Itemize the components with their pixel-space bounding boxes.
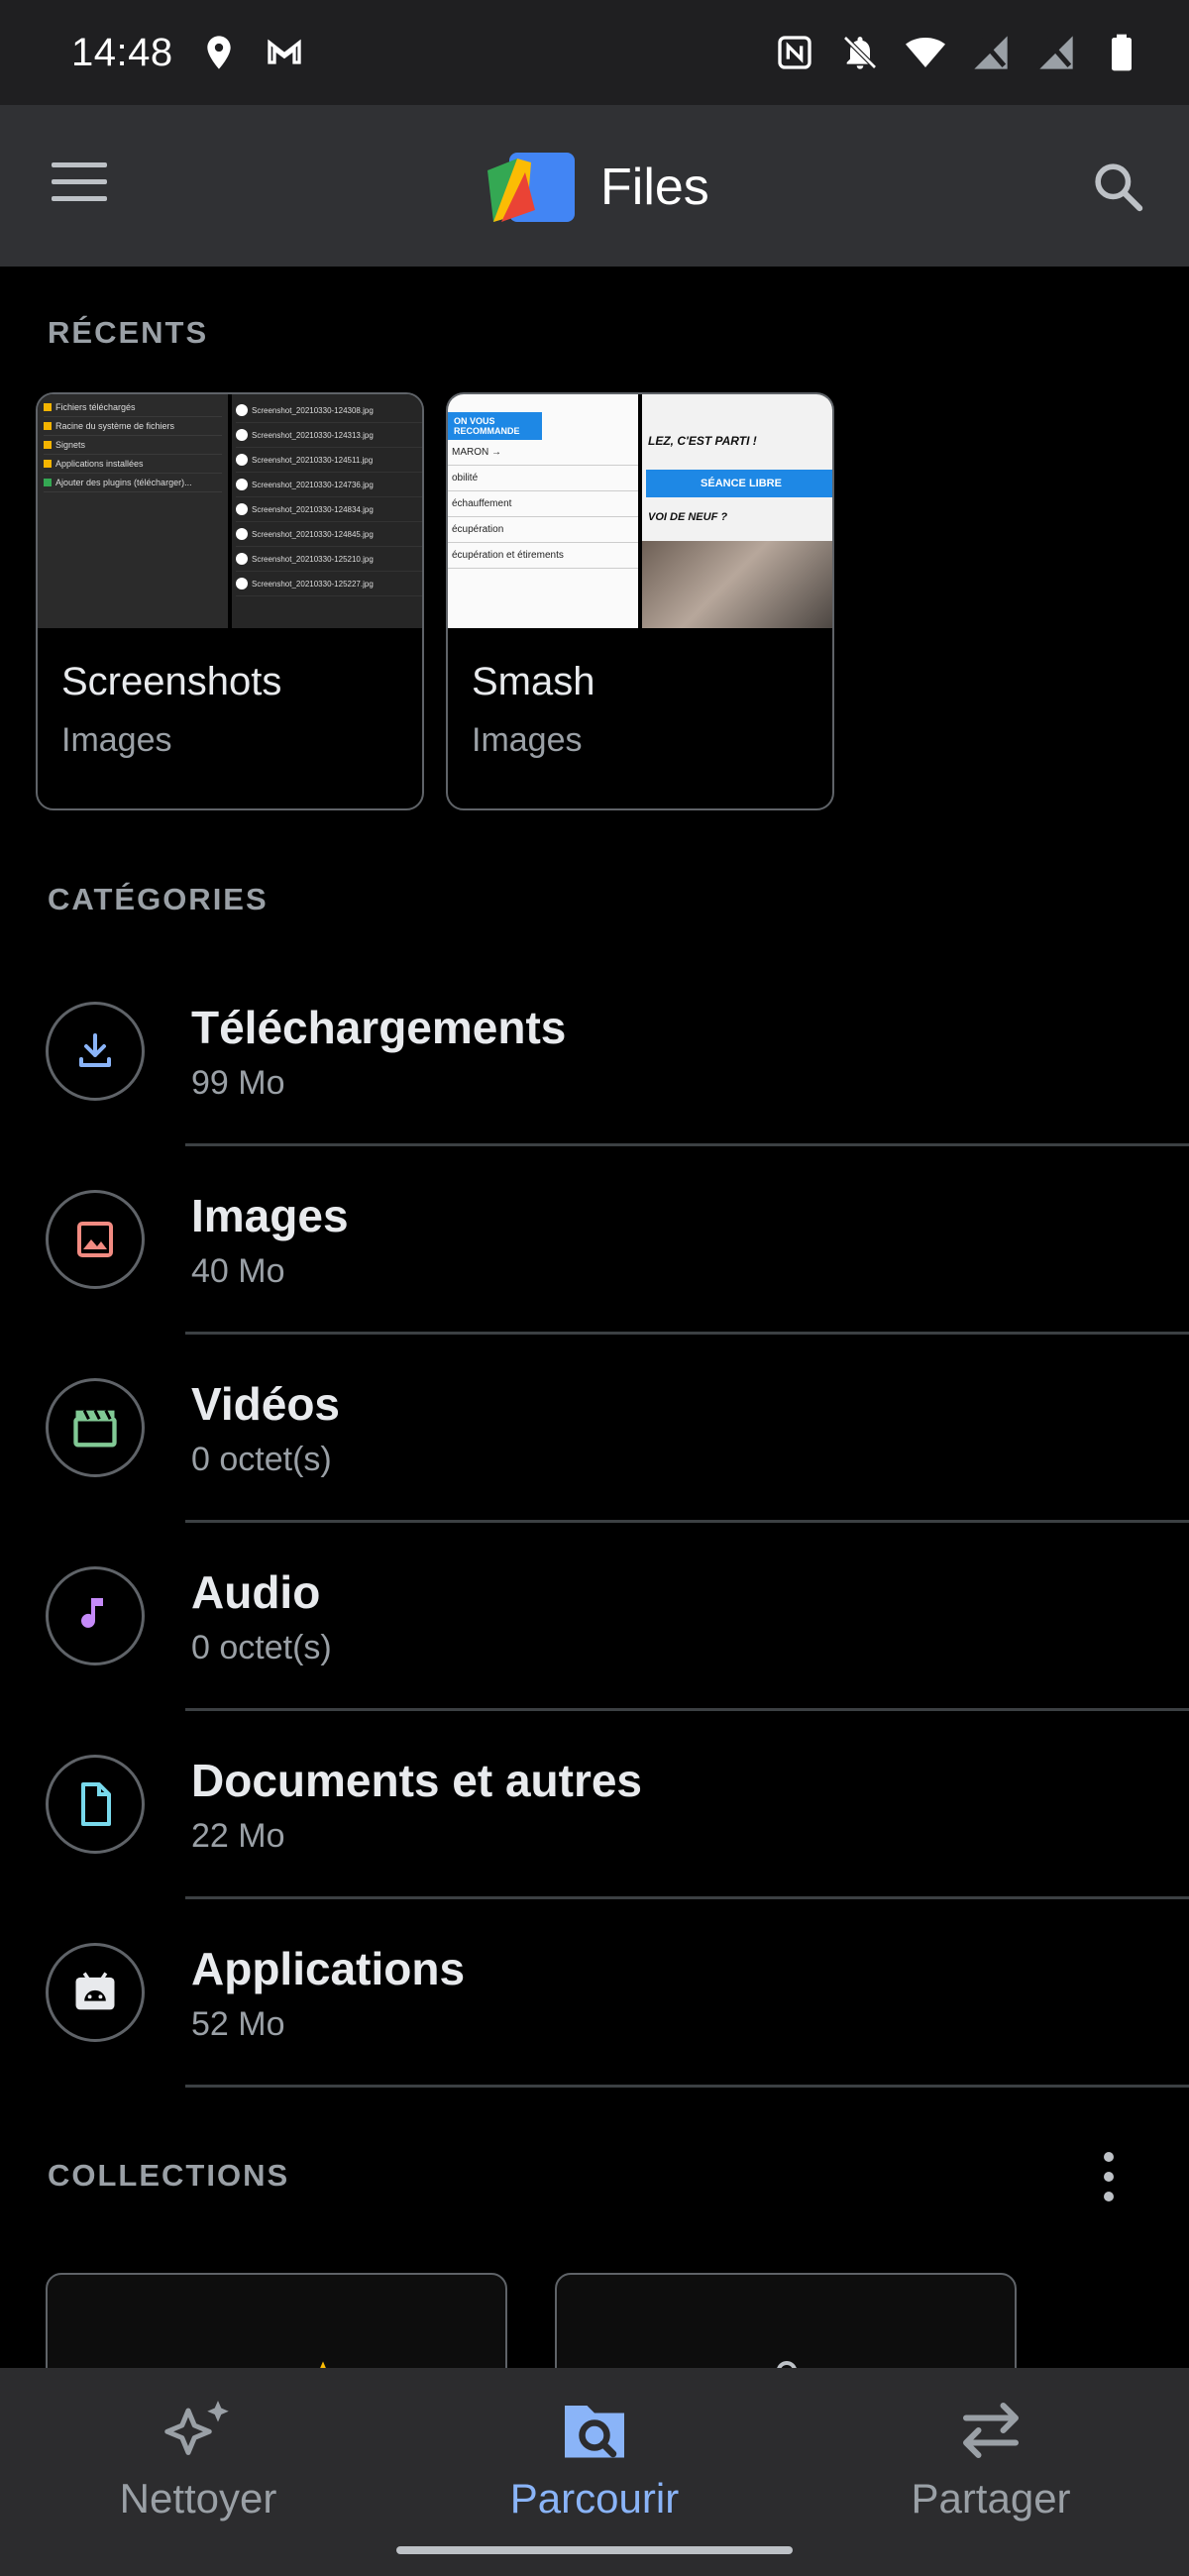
- thumb-menu-row: obilité: [448, 466, 638, 491]
- wifi-icon: [906, 38, 945, 67]
- recent-card-kind: Images: [472, 721, 583, 759]
- bell-off-icon: [843, 36, 877, 69]
- thumb-folder-row: Fichiers téléchargés: [44, 398, 222, 417]
- recent-thumbnail: ON VOUS RECOMMANDE MARON → obilité échauff…: [448, 394, 832, 628]
- thumb-subheading: VOI DE NEUF ?: [648, 511, 728, 523]
- category-documents[interactable]: Documents et autres 22 Mo: [0, 1710, 1189, 1899]
- thumb-menu-row: MARON →: [448, 440, 638, 466]
- thumb-file-row: Screenshot_20210330-124845.jpg: [236, 522, 422, 547]
- bottom-navigation: Nettoyer Parcourir Partager: [0, 2368, 1189, 2576]
- thumb-menu-row: échauffement: [448, 491, 638, 517]
- app-logo-title: Files: [487, 153, 709, 222]
- thumb-menu-row: écupération: [448, 517, 638, 543]
- battery-icon: [1112, 34, 1132, 71]
- files-logo-icon: [487, 153, 575, 222]
- gesture-bar[interactable]: [396, 2546, 793, 2554]
- recent-thumbnail: Fichiers téléchargés Racine du système de…: [38, 394, 422, 628]
- recent-card-smash[interactable]: ON VOUS RECOMMANDE MARON → obilité échauff…: [446, 392, 834, 810]
- music-note-icon: [46, 1566, 145, 1665]
- sparkle-icon: [164, 2401, 229, 2455]
- category-name: Vidéos: [191, 1378, 340, 1430]
- category-videos[interactable]: Vidéos 0 octet(s): [0, 1334, 1189, 1523]
- nav-label: Parcourir: [509, 2475, 680, 2522]
- image-icon: [46, 1190, 145, 1289]
- category-name: Téléchargements: [191, 1002, 567, 1053]
- search-icon[interactable]: [1090, 159, 1145, 214]
- category-size: 0 octet(s): [191, 1441, 332, 1478]
- thumb-file-row: Screenshot_20210330-124736.jpg: [236, 473, 422, 497]
- location-icon: [206, 36, 231, 69]
- recent-card-kind: Images: [61, 721, 172, 759]
- thumb-file-row: Screenshot_20210330-124511.jpg: [236, 448, 422, 473]
- recents-section-label: RÉCENTS: [48, 315, 209, 350]
- thumb-banner: ON VOUS RECOMMANDE: [448, 412, 542, 440]
- status-bar: 14:48: [0, 0, 1189, 105]
- collections-section-label: COLLECTIONS: [48, 2158, 290, 2193]
- document-icon: [46, 1755, 145, 1854]
- thumb-button: SÉANCE LIBRE: [646, 470, 832, 497]
- thumb-folder-row: Racine du système de fichiers: [44, 417, 222, 436]
- no-signal-icon: [1039, 36, 1073, 69]
- category-images[interactable]: Images 40 Mo: [0, 1145, 1189, 1335]
- app-title: Files: [600, 159, 709, 216]
- nav-label: Partager: [911, 2475, 1071, 2522]
- more-vert-icon[interactable]: [1094, 2152, 1124, 2211]
- menu-button[interactable]: [52, 162, 107, 208]
- download-icon: [46, 1002, 145, 1101]
- video-icon: [46, 1378, 145, 1477]
- android-icon: [46, 1943, 145, 2042]
- app-bar: Files: [0, 105, 1189, 267]
- category-size: 99 Mo: [191, 1064, 285, 1102]
- nfc-icon: [778, 36, 811, 69]
- thumb-photo: [642, 541, 832, 628]
- category-name: Audio: [191, 1566, 321, 1618]
- categories-section-label: CATÉGORIES: [48, 882, 269, 916]
- thumb-file-row: Screenshot_20210330-125227.jpg: [236, 572, 422, 596]
- nav-clean[interactable]: Nettoyer: [50, 2396, 347, 2522]
- recent-card-screenshots[interactable]: Fichiers téléchargés Racine du système de…: [36, 392, 424, 810]
- divider: [185, 2085, 1189, 2088]
- swap-icon: [963, 2403, 1019, 2458]
- thumb-heading: LEZ, C'EST PARTI !: [648, 434, 757, 448]
- category-size: 0 octet(s): [191, 1629, 332, 1666]
- category-size: 52 Mo: [191, 2005, 285, 2043]
- category-name: Documents et autres: [191, 1755, 643, 1806]
- thumb-folder-row: Applications installées: [44, 455, 222, 474]
- browse-icon: [565, 2406, 624, 2458]
- thumb-folder-row: Ajouter des plugins (télécharger)...: [44, 474, 222, 492]
- status-time: 14:48: [71, 30, 173, 74]
- category-size: 40 Mo: [191, 1252, 285, 1290]
- category-downloads[interactable]: Téléchargements 99 Mo: [0, 957, 1189, 1146]
- thumb-file-row: Screenshot_20210330-124308.jpg: [236, 398, 422, 423]
- no-signal-icon: [974, 36, 1008, 69]
- thumb-file-row: Screenshot_20210330-124313.jpg: [236, 423, 422, 448]
- nav-browse[interactable]: Parcourir: [446, 2396, 743, 2522]
- category-name: Images: [191, 1190, 349, 1241]
- nav-label: Nettoyer: [119, 2475, 277, 2522]
- thumb-folder-row: Signets: [44, 436, 222, 455]
- thumb-file-row: Screenshot_20210330-125210.jpg: [236, 547, 422, 572]
- category-applications[interactable]: Applications 52 Mo: [0, 1898, 1189, 2088]
- recent-card-name: Screenshots: [61, 660, 282, 703]
- category-name: Applications: [191, 1943, 466, 1994]
- category-audio[interactable]: Audio 0 octet(s): [0, 1522, 1189, 1711]
- category-size: 22 Mo: [191, 1817, 285, 1855]
- gmail-icon: [267, 39, 301, 64]
- recent-card-name: Smash: [472, 660, 595, 703]
- thumb-menu-row: écupération et étirements: [448, 543, 638, 569]
- nav-share[interactable]: Partager: [842, 2396, 1139, 2522]
- thumb-file-row: Screenshot_20210330-124834.jpg: [236, 497, 422, 522]
